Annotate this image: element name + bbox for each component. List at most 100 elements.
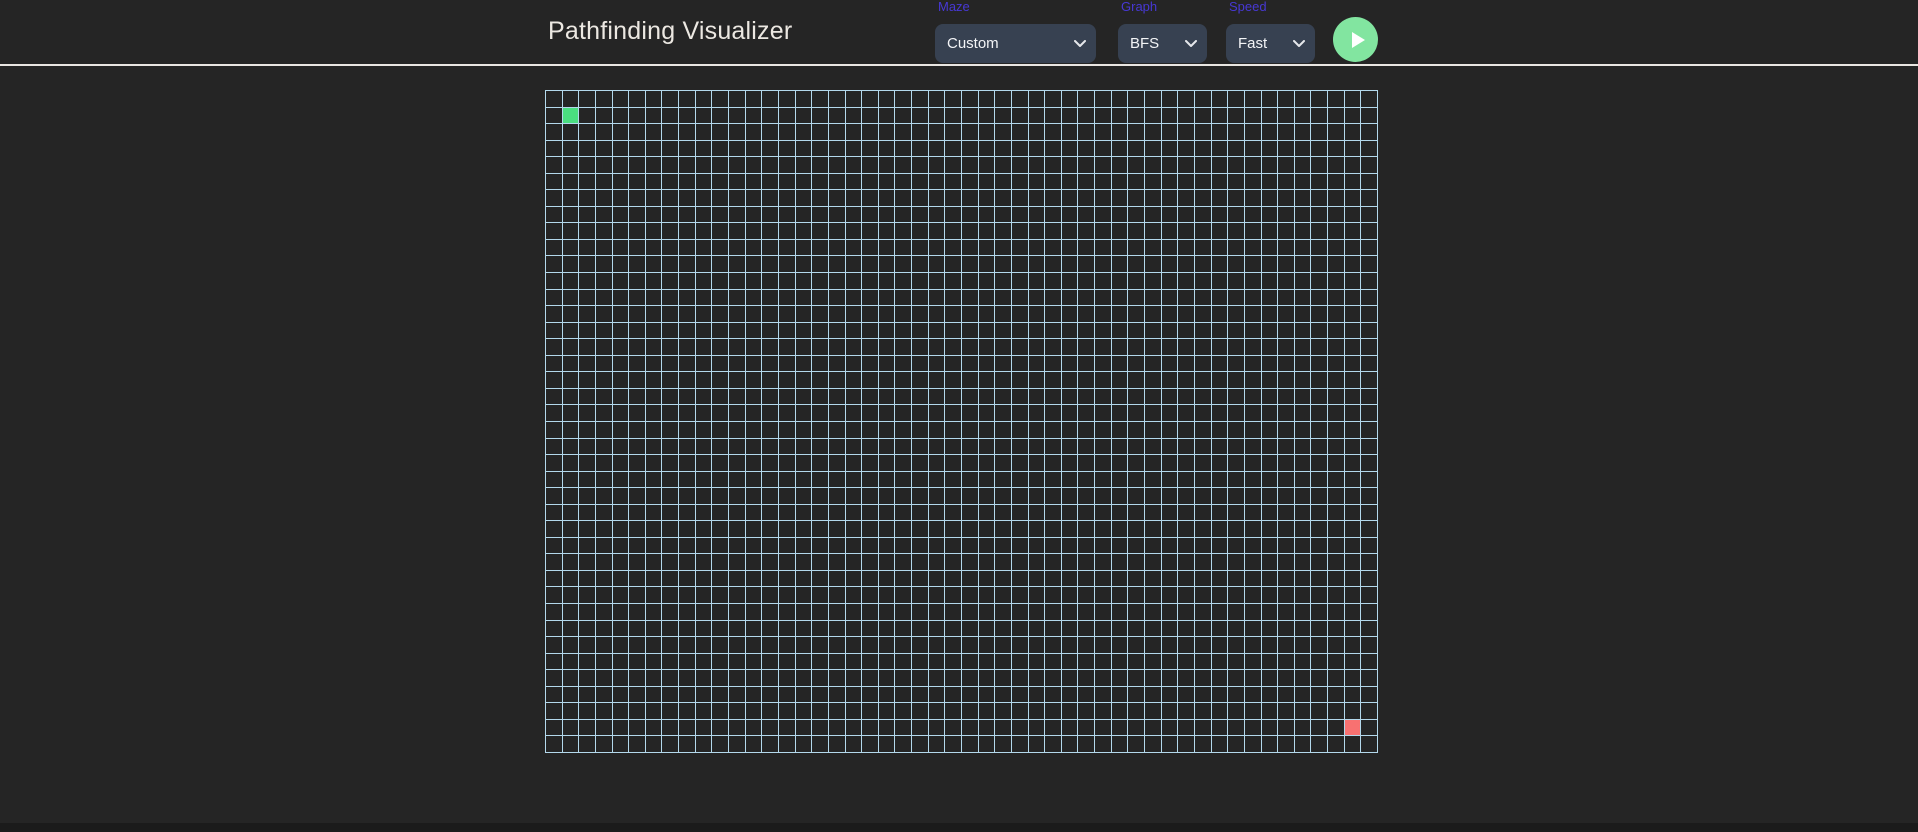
grid-cell[interactable] [1227,354,1244,372]
grid-cell[interactable] [611,569,629,587]
grid-cell[interactable] [1193,536,1211,554]
grid-cell[interactable] [861,718,878,736]
grid-cell[interactable] [1010,520,1028,537]
grid-cell[interactable] [1077,338,1095,355]
grid-cell[interactable] [1277,255,1294,273]
grid-cell[interactable] [977,222,995,239]
grid-cell[interactable] [794,420,812,438]
grid-cell[interactable] [1293,470,1311,488]
grid-cell[interactable] [744,718,762,736]
grid-cell[interactable] [994,619,1011,637]
grid-cell[interactable] [1027,255,1045,273]
grid-cell[interactable] [1227,586,1244,604]
grid-cell[interactable] [1210,586,1228,604]
grid-cell[interactable] [1310,288,1328,306]
grid-cell[interactable] [911,652,928,670]
grid-cell[interactable] [1127,172,1145,190]
grid-cell[interactable] [944,520,961,537]
grid-cell[interactable] [977,420,995,438]
grid-cell[interactable] [1160,536,1178,554]
grid-cell[interactable] [594,172,612,190]
grid-cell[interactable] [1044,354,1061,372]
grid-cell[interactable] [827,503,845,521]
grid-cell[interactable] [977,272,995,289]
grid-cell[interactable] [1160,321,1178,339]
grid-cell[interactable] [861,205,878,223]
grid-cell[interactable] [628,503,645,521]
grid-cell[interactable] [944,90,961,107]
grid-cell[interactable] [960,735,978,752]
grid-cell[interactable] [927,172,945,190]
grid-cell[interactable] [994,354,1011,372]
grid-cell[interactable] [611,669,629,686]
grid-cell[interactable] [844,536,862,554]
grid-cell[interactable] [960,636,978,653]
grid-cell[interactable] [1277,238,1294,256]
grid-cell[interactable] [1177,420,1194,438]
grid-cell[interactable] [944,652,961,670]
grid-cell[interactable] [678,371,695,388]
grid-cell[interactable] [1144,520,1161,537]
grid-cell[interactable] [877,669,895,686]
grid-cell[interactable] [1144,569,1161,587]
grid-cell[interactable] [944,189,961,206]
grid-cell[interactable] [844,255,862,273]
grid-cell[interactable] [1193,288,1211,306]
grid-cell[interactable] [994,454,1011,471]
grid-cell[interactable] [1160,288,1178,306]
grid-cell[interactable] [1327,172,1344,190]
grid-cell[interactable] [678,669,695,686]
grid-cell[interactable] [628,123,645,140]
grid-cell[interactable] [1293,420,1311,438]
grid-cell[interactable] [911,189,928,206]
grid-cell[interactable] [694,90,712,107]
grid-cell[interactable] [1293,156,1311,173]
grid-cell[interactable] [711,503,729,521]
grid-cell[interactable] [1060,106,1078,124]
grid-cell[interactable] [1293,106,1311,124]
grid-cell[interactable] [827,255,845,273]
grid-cell[interactable] [644,106,662,124]
grid-cell[interactable] [1277,321,1294,339]
grid-cell[interactable] [927,669,945,686]
grid-cell[interactable] [811,305,828,322]
grid-cell[interactable] [761,205,778,223]
grid-cell[interactable] [1360,305,1377,322]
grid-cell[interactable] [927,536,945,554]
grid-cell[interactable] [1010,139,1028,157]
grid-cell[interactable] [728,222,745,239]
grid-cell[interactable] [744,106,762,124]
grid-cell[interactable] [711,404,729,421]
grid-cell[interactable] [611,338,629,355]
grid-cell[interactable] [927,520,945,537]
grid-cell[interactable] [644,702,662,719]
grid-cell[interactable] [1044,536,1061,554]
grid-cell[interactable] [1010,123,1028,140]
grid-cell[interactable] [1044,437,1061,455]
grid-cell[interactable] [827,172,845,190]
grid-cell[interactable] [561,553,579,570]
grid-cell[interactable] [561,702,579,719]
grid-cell[interactable] [644,669,662,686]
grid-cell[interactable] [794,437,812,455]
grid-cell[interactable] [1260,106,1278,124]
grid-cell[interactable] [744,586,762,604]
grid-cell[interactable] [644,569,662,587]
grid-cell[interactable] [1243,371,1261,388]
grid-cell[interactable] [661,272,679,289]
grid-cell[interactable] [1277,106,1294,124]
grid-cell[interactable] [894,437,912,455]
grid-cell[interactable] [1077,305,1095,322]
grid-cell[interactable] [1094,272,1111,289]
grid-cell[interactable] [644,470,662,488]
grid-cell[interactable] [578,669,595,686]
grid-cell[interactable] [1260,404,1278,421]
grid-cell[interactable] [977,123,995,140]
grid-cell[interactable] [777,354,795,372]
grid-cell[interactable] [1177,553,1194,570]
grid-cell[interactable] [960,106,978,124]
grid-cell[interactable] [1060,470,1078,488]
grid-cell[interactable] [927,189,945,206]
grid-cell[interactable] [628,487,645,504]
grid-cell[interactable] [944,718,961,736]
